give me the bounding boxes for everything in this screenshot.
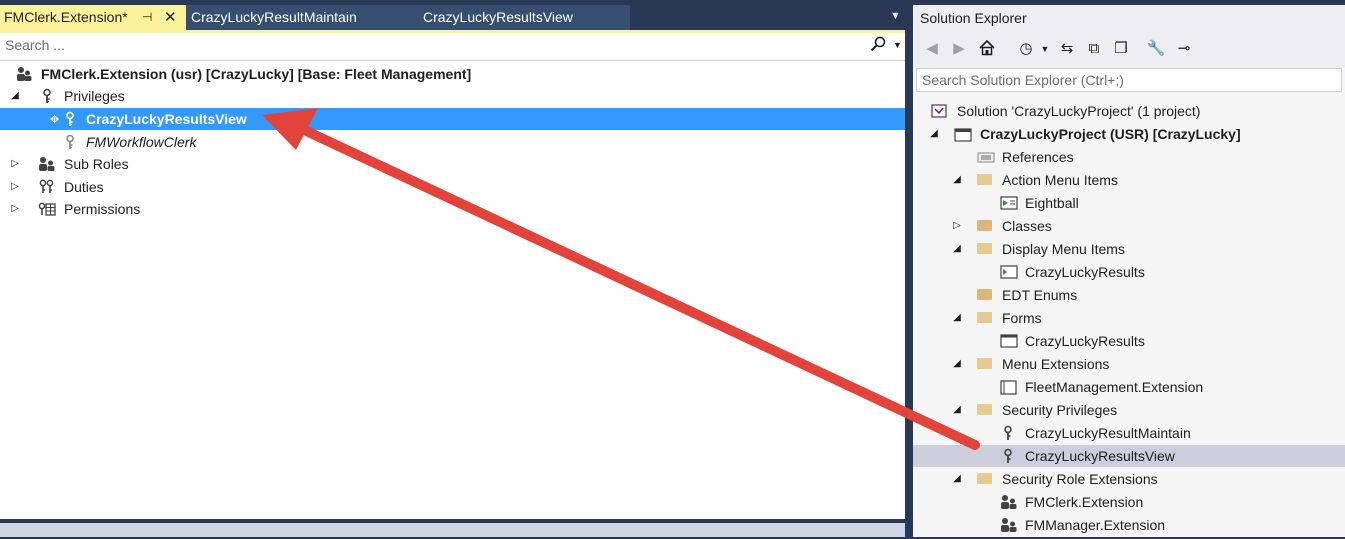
annotation-arrow [262, 108, 980, 450]
